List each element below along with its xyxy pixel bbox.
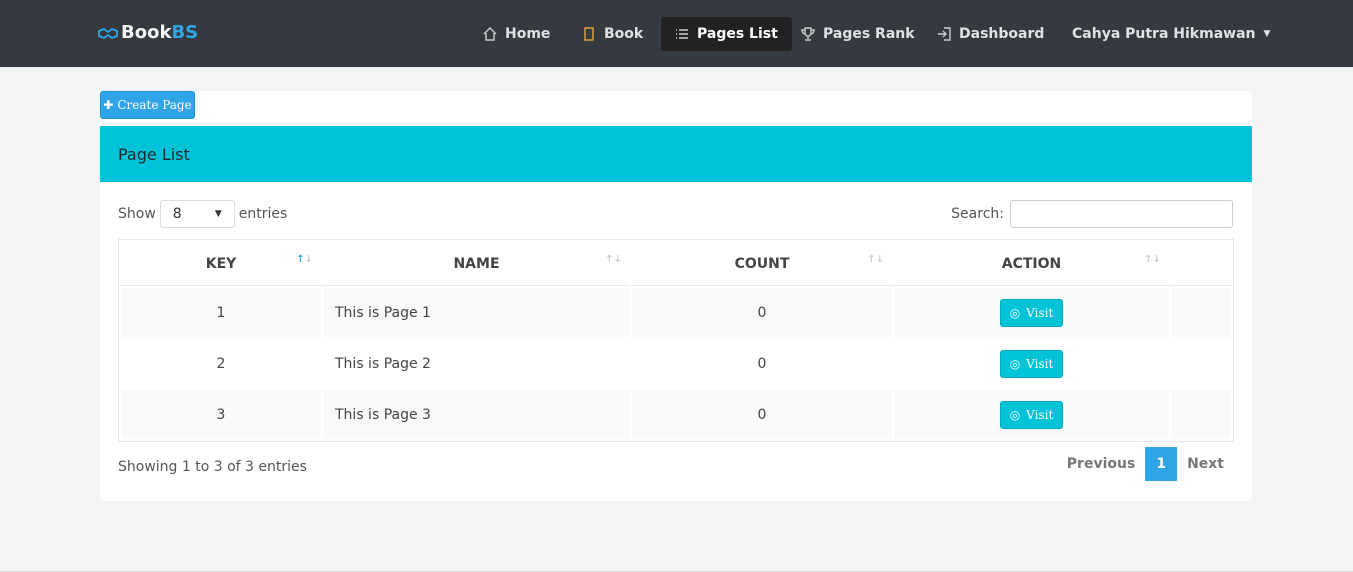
header-label: COUNT [734,255,790,272]
header-action[interactable]: ACTION ↑↓ [894,242,1169,286]
list-icon [676,29,688,39]
nav-book[interactable]: Book [568,17,657,51]
home-icon [483,27,497,41]
user-name: Cahya Putra Hikmawan [1072,26,1256,42]
next-button[interactable]: Next [1177,447,1234,481]
caret-down-icon: ▼ [1263,29,1271,39]
nav-home[interactable]: Home [469,17,564,51]
user-menu[interactable]: Cahya Putra Hikmawan ▼ [1058,17,1284,51]
cell-empty [1171,339,1231,388]
nav-label: Dashboard [959,26,1045,42]
entries-select[interactable]: 8 ▼ [159,200,235,228]
previous-button[interactable]: Previous [1057,447,1146,481]
cell-name: This is Page 1 [323,288,630,337]
header-label: NAME [453,255,500,272]
nav-label: Book [604,26,644,42]
nav-label: Pages List [697,26,778,42]
visit-label: Visit [1026,356,1054,371]
length-control: Show 8 ▼ entries [118,200,287,228]
header-key[interactable]: KEY ↑↓ [121,242,321,286]
page-1-button[interactable]: 1 [1145,447,1178,481]
handshake-icon [98,27,118,39]
header-count[interactable]: COUNT ↑↓ [632,242,892,286]
visit-button[interactable]: ◎ Visit [999,298,1064,327]
entries-value: 8 [172,206,182,222]
sort-icon: ↑↓ [867,254,884,265]
sort-icon: ↑↓ [605,254,622,265]
book-icon [584,27,594,41]
nav-dashboard[interactable]: Dashboard [923,17,1058,51]
cell-empty [1171,288,1231,337]
cell-key: 1 [121,288,321,337]
brand-main: Book [121,22,172,43]
header-name[interactable]: NAME ↑↓ [323,242,630,286]
sort-icon: ↑↓ [1144,254,1161,265]
show-label: Show [118,206,156,222]
cell-count: 0 [632,288,892,337]
eye-icon: ◎ [1009,305,1021,320]
entries-label: entries [238,206,288,222]
header-empty [1171,242,1231,286]
eye-icon: ◎ [1009,407,1021,422]
cell-action: ◎ Visit [894,339,1169,388]
cell-key: 3 [121,390,321,439]
visit-button[interactable]: ◎ Visit [999,349,1064,378]
search-control: Search: [951,200,1233,228]
create-page-button[interactable]: ✚ Create Page [100,91,195,119]
chevron-down-icon: ▼ [214,209,222,219]
table-row: 3 This is Page 3 0 ◎ Visit [121,390,1231,439]
sort-icon: ↑↓ [296,254,313,265]
pages-table: KEY ↑↓ NAME ↑↓ COUNT ↑↓ ACTION ↑↓ 1 This is P… [118,239,1234,442]
nav-label: Pages Rank [823,26,915,42]
table-info: Showing 1 to 3 of 3 entries [118,459,307,475]
page-card: ✚ Create Page Page List Show 8 ▼ entries S… [100,91,1252,501]
nav-pages-rank[interactable]: Pages Rank [787,17,929,51]
cell-action: ◎ Visit [894,390,1169,439]
search-input[interactable] [1010,200,1233,228]
cell-name: This is Page 3 [323,390,630,439]
trophy-icon [801,27,815,41]
visit-label: Visit [1026,407,1054,422]
cell-count: 0 [632,390,892,439]
header-label: ACTION [1001,255,1062,272]
panel-heading: Page List [100,126,1252,182]
nav-pages-list[interactable]: Pages List [661,17,792,51]
eye-icon: ◎ [1009,356,1021,371]
nav-label: Home [505,26,551,42]
table-row: 1 This is Page 1 0 ◎ Visit [121,288,1231,337]
cell-count: 0 [757,355,767,372]
brand-logo[interactable]: Book BS [98,22,198,43]
navbar: Book BS Home Book Pages List Pages Rank D… [0,0,1353,67]
cell-action: ◎ Visit [894,288,1169,337]
plus-icon: ✚ [103,98,114,112]
table-row: 2 This is Page 2 0 ◎ Visit [121,339,1231,388]
cell-empty [1171,390,1231,439]
cell-name: This is Page 2 [335,355,431,372]
cell-key: 2 [216,355,226,372]
visit-button[interactable]: ◎ Visit [999,400,1064,429]
pagination: Previous 1 Next [1057,447,1234,481]
create-label: Create Page [117,98,192,112]
visit-label: Visit [1026,305,1054,320]
sign-in-icon [938,27,951,41]
search-label: Search: [951,206,1004,222]
brand-accent: BS [171,22,199,43]
header-label: KEY [205,255,237,272]
